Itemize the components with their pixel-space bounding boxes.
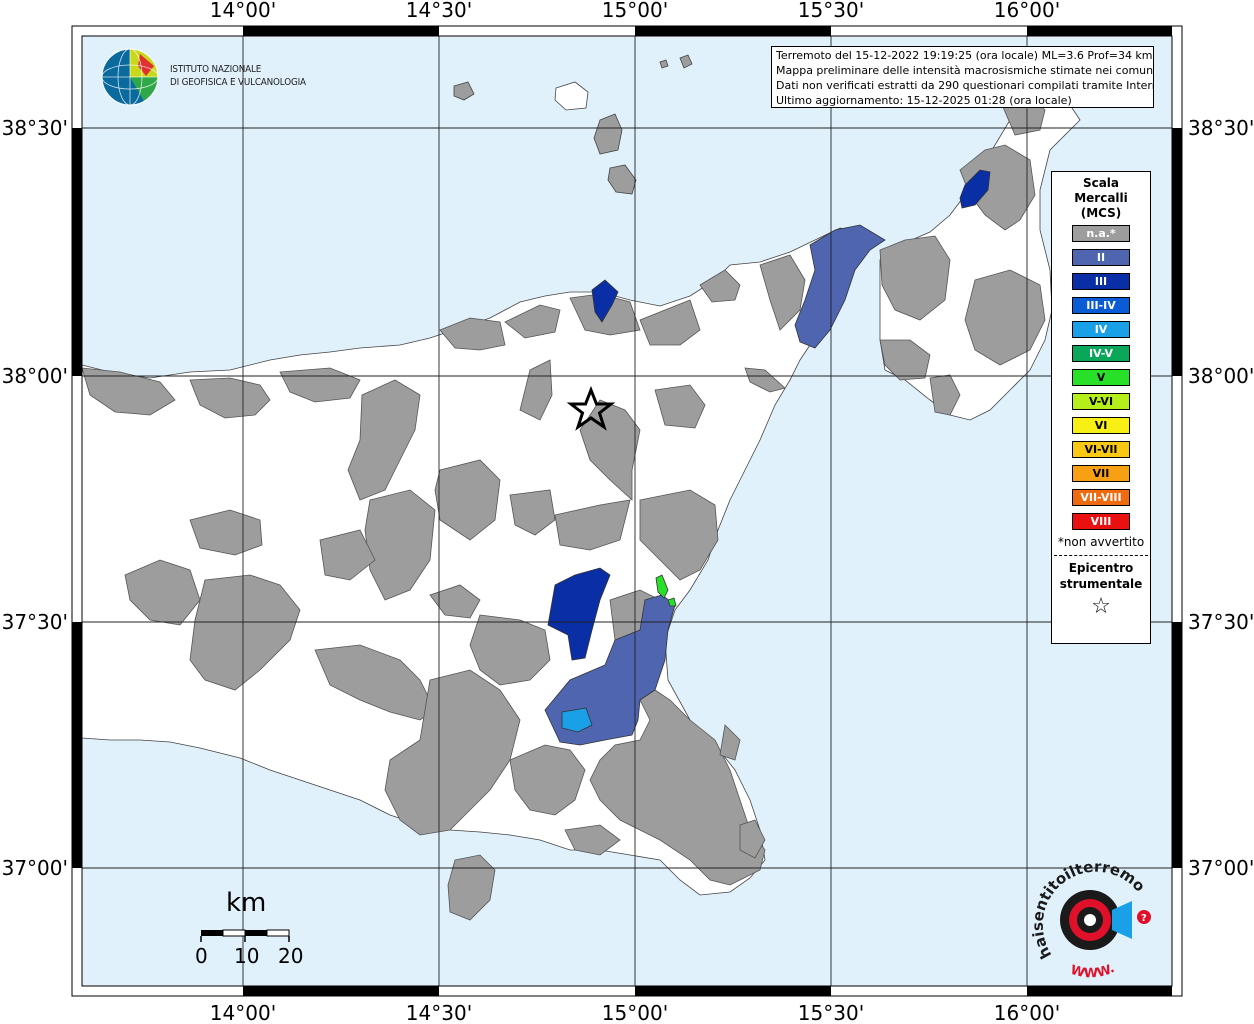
legend-swatch: VIII — [1072, 513, 1130, 530]
legend-swatch: VI — [1072, 417, 1130, 434]
legend-note: *non avvertito — [1057, 535, 1145, 549]
legend: Scala Mercalli (MCS) n.a.* II III III-IV IV I… — [1051, 171, 1151, 644]
star-icon: ☆ — [1091, 594, 1111, 619]
lon-label-top: 14°30' — [406, 0, 472, 22]
legend-swatch: n.a.* — [1072, 225, 1130, 242]
lon-label-bottom: 14°30' — [406, 1001, 472, 1024]
scale-unit: km — [226, 888, 267, 918]
scale-tick-label: 0 — [195, 944, 208, 968]
lon-label-top: 15°30' — [798, 0, 864, 22]
lat-label-left: 38°00' — [2, 364, 68, 388]
island-alicudi — [659, 59, 669, 69]
legend-swatch: III — [1072, 273, 1130, 290]
legend-epicenter-line: strumentale — [1059, 577, 1143, 591]
info-line-data-source: Dati non verificati estratti da 290 ques… — [776, 79, 1154, 92]
legend-separator — [1054, 555, 1148, 556]
lon-label-top: 15°00' — [602, 0, 668, 22]
legend-swatch: III-IV — [1072, 297, 1130, 314]
legend-swatch: IV-V — [1072, 345, 1130, 362]
legend-title-line: Mercalli — [1074, 191, 1128, 205]
lat-label-left: 37°30' — [2, 610, 68, 634]
ingv-logo: ISTITUTO NAZIONALE DI GEOFISICA E VULCAN… — [100, 46, 320, 110]
ingv-logo-line1: ISTITUTO NAZIONALE — [170, 64, 262, 75]
legend-title-line: Scala — [1082, 176, 1120, 190]
lat-label-right: 38°30' — [1188, 116, 1254, 140]
hsit-logo: ? haisentitoilterremoto.it WWW. — [1025, 841, 1160, 985]
legend-swatch: II — [1072, 249, 1130, 266]
legend-swatch: V-VI — [1072, 393, 1130, 410]
legend-swatches: n.a.* II III III-IV IV IV-V V V-VI VI VI-VII VII VI… — [1052, 225, 1150, 530]
legend-swatch: IV — [1072, 321, 1130, 338]
legend-epicenter-line: Epicentro — [1068, 561, 1134, 575]
lon-label-top: 16°00' — [994, 0, 1060, 22]
earthquake-info-box: Terremoto del 15-12-2022 19:19:25 (ora l… — [771, 46, 1154, 108]
ingv-globe-icon — [101, 48, 159, 106]
hsit-logo-icon: ? haisentitoilterremoto.it WWW. — [1025, 841, 1151, 981]
legend-swatch: VII-VIII — [1072, 489, 1130, 506]
ingv-logo-line2: DI GEOFISICA E VULCANOLOGIA — [170, 77, 306, 88]
lat-label-right: 37°30' — [1188, 610, 1254, 634]
legend-swatch: VI-VII — [1072, 441, 1130, 458]
lon-label-bottom: 16°00' — [994, 1001, 1060, 1024]
legend-title: Scala Mercalli (MCS) — [1052, 176, 1150, 221]
lat-label-left: 37°00' — [2, 856, 68, 880]
lat-label-right: 37°00' — [1188, 856, 1254, 880]
svg-text:WWW.: WWW. — [1069, 961, 1117, 981]
lon-label-top: 14°00' — [210, 0, 276, 22]
legend-swatch: V — [1072, 369, 1130, 386]
lon-label-bottom: 15°30' — [798, 1001, 864, 1024]
scale-tick-label: 20 — [278, 944, 304, 968]
info-line-description: Mappa preliminare delle intensità macros… — [776, 64, 1154, 77]
info-line-last-update: Ultimo aggiornamento: 15-12-2025 01:28 (… — [776, 94, 1072, 107]
lon-label-bottom: 15°00' — [602, 1001, 668, 1024]
hsit-logo-www: WWW. — [1069, 961, 1117, 981]
lon-label-bottom: 14°00' — [210, 1001, 276, 1024]
svg-text:?: ? — [1141, 913, 1147, 924]
lat-label-left: 38°30' — [2, 116, 68, 140]
scale-tick-label: 10 — [234, 944, 260, 968]
info-line-event: Terremoto del 15-12-2022 19:19:25 (ora l… — [776, 49, 1153, 62]
legend-title-line: (MCS) — [1080, 206, 1122, 220]
legend-epicenter-label: Epicentro strumentale — [1052, 560, 1150, 592]
lat-label-right: 38°00' — [1188, 364, 1254, 388]
legend-swatch: VII — [1072, 465, 1130, 482]
